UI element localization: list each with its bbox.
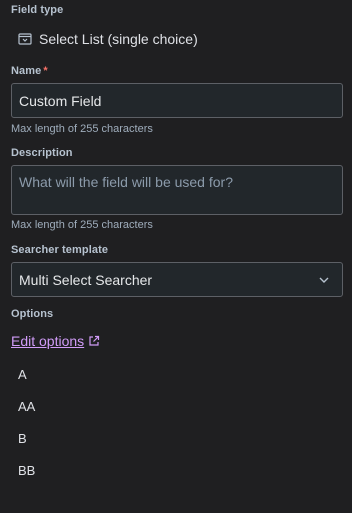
description-textarea[interactable]: What will the field will be used for?	[11, 165, 343, 215]
field-type-value-row: Select List (single choice)	[18, 29, 198, 49]
name-label: Name *	[11, 65, 48, 77]
description-label: Description	[11, 147, 73, 159]
searcher-template-value: Multi Select Searcher	[19, 271, 153, 288]
name-label-text: Name	[11, 65, 42, 77]
name-input-value: Custom Field	[19, 92, 102, 109]
name-helper-text: Max length of 255 characters	[11, 123, 153, 135]
field-config-panel: Field type Select List (single choice) N…	[0, 0, 352, 513]
searcher-template-label: Searcher template	[11, 244, 109, 256]
option-item: A	[18, 367, 27, 382]
searcher-template-select[interactable]: Multi Select Searcher	[11, 262, 343, 297]
option-item: BB	[18, 463, 36, 478]
option-item: B	[18, 431, 27, 446]
option-item: AA	[18, 399, 36, 414]
description-helper-text: Max length of 255 characters	[11, 219, 153, 231]
select-list-icon	[18, 33, 32, 45]
name-input[interactable]: Custom Field	[11, 83, 343, 118]
edit-options-link[interactable]: Edit options	[11, 333, 100, 349]
field-type-value: Select List (single choice)	[39, 31, 198, 47]
chevron-down-icon	[319, 277, 329, 283]
external-link-icon	[89, 335, 100, 346]
edit-options-link-text: Edit options	[11, 333, 85, 349]
field-type-label: Field type	[11, 4, 64, 16]
options-label: Options	[11, 308, 54, 320]
required-indicator: *	[43, 65, 48, 77]
description-placeholder: What will the field will be used for?	[19, 174, 233, 190]
